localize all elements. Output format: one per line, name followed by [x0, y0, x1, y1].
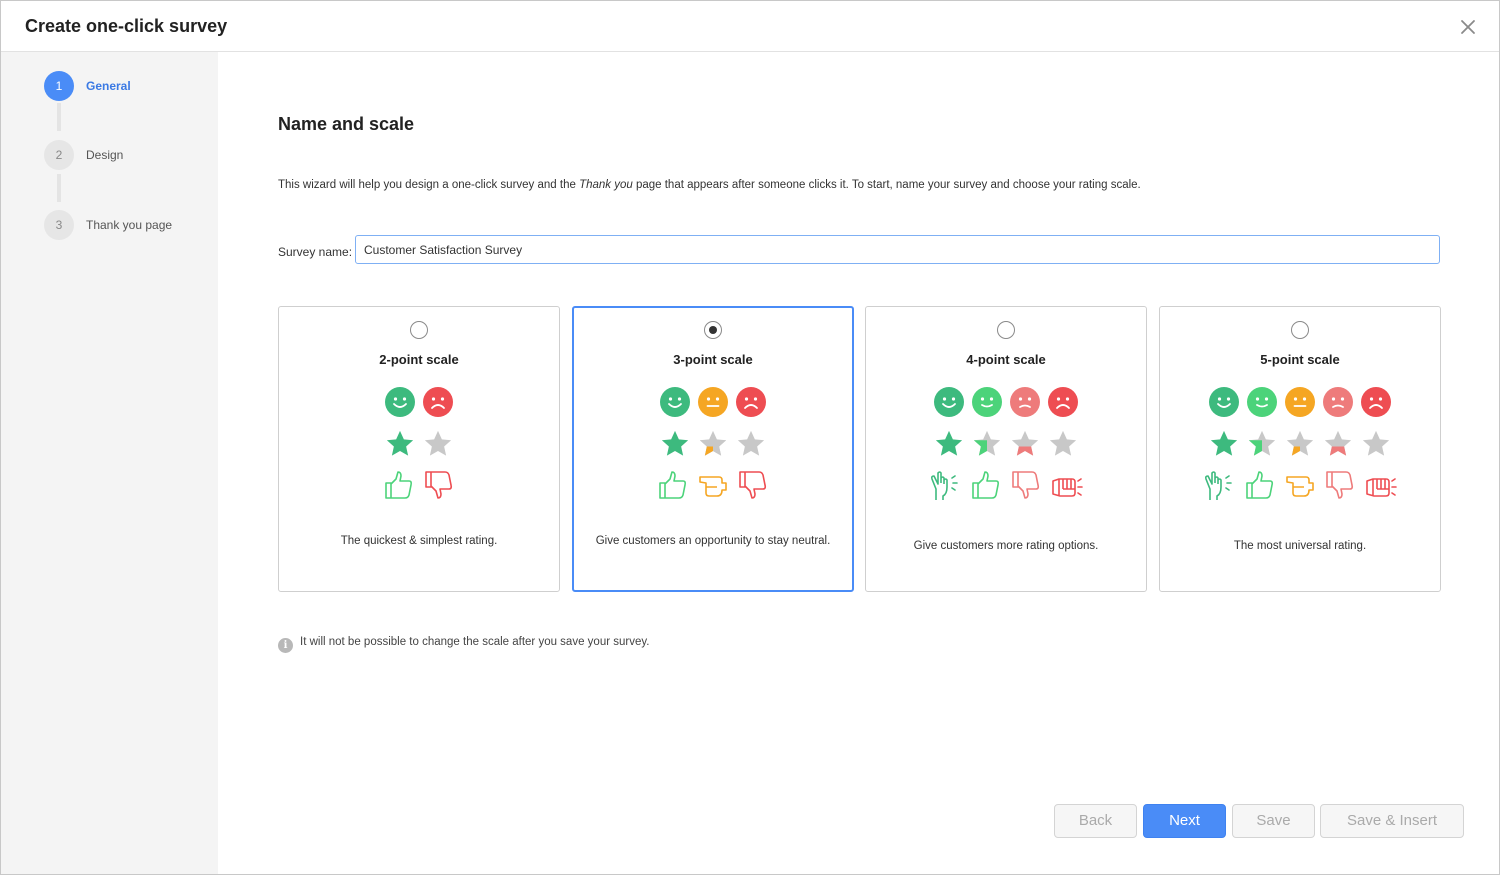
scale-description: The quickest & simplest rating. — [340, 535, 498, 547]
survey-name-input[interactable] — [355, 235, 1440, 264]
face-row — [1160, 387, 1440, 417]
gesture-row — [574, 469, 852, 501]
sad-face-icon — [1361, 387, 1391, 417]
happy-face-icon — [972, 387, 1002, 417]
step-number: 1 — [44, 71, 74, 101]
scale-card-5-point[interactable]: 5-point scale The most universal rating. — [1159, 306, 1441, 592]
thumbs-up-icon — [1246, 471, 1274, 499]
scale-radio[interactable] — [1291, 321, 1309, 339]
ok-hand-icon — [1204, 471, 1232, 500]
star-filled-icon — [386, 430, 414, 456]
thumbs-down-icon — [1326, 471, 1354, 499]
gesture-row — [279, 469, 559, 501]
neutral-face-icon — [698, 387, 728, 417]
scale-card-2-point[interactable]: 2-point scale The quickest & simplest ra… — [278, 306, 560, 592]
star-partial-icon — [1324, 430, 1352, 456]
sad-face-icon — [423, 387, 453, 417]
star-empty-icon — [737, 430, 765, 456]
scale-radio[interactable] — [410, 321, 428, 339]
thumbs-down-icon — [1012, 471, 1040, 499]
survey-name-label: Survey name: — [278, 245, 353, 259]
sad-face-icon — [736, 387, 766, 417]
step-number: 2 — [44, 140, 74, 170]
gesture-row — [1160, 469, 1440, 503]
step-connector — [57, 174, 61, 202]
sad-face-icon — [1048, 387, 1078, 417]
star-partial-icon — [1011, 430, 1039, 456]
star-filled-icon — [1210, 430, 1238, 456]
scale-title: 3-point scale — [673, 352, 753, 367]
thumbs-down-icon — [425, 471, 453, 499]
thumbs-down-icon — [739, 471, 767, 499]
star-empty-icon — [1049, 430, 1077, 456]
happy-face-icon — [385, 387, 415, 417]
scale-description: Give customers an opportunity to stay ne… — [595, 535, 831, 547]
star-row — [866, 429, 1146, 459]
scale-description: Give customers more rating options. — [913, 540, 1099, 552]
scale-radio[interactable] — [704, 321, 722, 339]
survey-dialog: Create one-click survey 1 General 2 Desi… — [0, 0, 1500, 875]
thumbs-up-icon — [659, 471, 687, 499]
fist-icon — [1052, 478, 1083, 497]
scale-title: 2-point scale — [379, 352, 459, 367]
scale-change-note: i It will not be possible to change the s… — [278, 636, 649, 653]
neutral-face-icon — [1285, 387, 1315, 417]
face-row — [279, 387, 559, 417]
star-row — [279, 429, 559, 459]
scale-title: 4-point scale — [966, 352, 1046, 367]
save-insert-button[interactable]: Save & Insert — [1320, 804, 1464, 838]
intro-text: This wizard will help you design a one-c… — [278, 179, 1141, 191]
save-button[interactable]: Save — [1232, 804, 1315, 838]
happy-face-icon — [1247, 387, 1277, 417]
gesture-row — [866, 469, 1146, 503]
radio-selected-dot — [709, 326, 717, 334]
happy-face-icon — [660, 387, 690, 417]
star-row — [1160, 429, 1440, 459]
unhappy-face-icon — [1323, 387, 1353, 417]
face-row — [574, 387, 852, 417]
star-half-icon — [699, 430, 727, 456]
scale-radio[interactable] — [997, 321, 1015, 339]
star-empty-icon — [1362, 430, 1390, 456]
main-content: Name and scale This wizard will help you… — [218, 52, 1499, 874]
scale-title: 5-point scale — [1260, 352, 1340, 367]
section-title: Name and scale — [278, 114, 415, 134]
thumbs-sideways-icon — [699, 476, 727, 497]
dialog-title: Create one-click survey — [25, 16, 228, 36]
very-happy-face-icon — [934, 387, 964, 417]
step-label: Thank you page — [86, 218, 173, 232]
step-label: General — [86, 79, 131, 93]
fist-icon — [1366, 478, 1397, 497]
ok-hand-icon — [930, 471, 958, 500]
star-filled-icon — [935, 430, 963, 456]
star-empty-icon — [424, 430, 452, 456]
thumbs-up-icon — [972, 471, 1000, 499]
note-text: It will not be possible to change the sc… — [300, 636, 650, 648]
step-connector — [57, 103, 61, 131]
scale-card-4-point[interactable]: 4-point scale Give customers more rating… — [865, 306, 1147, 592]
scale-card-3-point[interactable]: 3-point scale Give customers an opportun… — [572, 306, 854, 592]
star-filled-icon — [661, 430, 689, 456]
close-icon[interactable] — [1456, 15, 1480, 39]
star-partial-icon — [1286, 430, 1314, 456]
thumbs-sideways-icon — [1286, 476, 1314, 497]
back-button[interactable]: Back — [1054, 804, 1137, 838]
star-partial-icon — [1248, 430, 1276, 456]
star-partial-icon — [973, 430, 1001, 456]
dialog-header: Create one-click survey — [1, 1, 1499, 52]
star-row — [574, 429, 852, 459]
unhappy-face-icon — [1010, 387, 1040, 417]
step-number: 3 — [44, 210, 74, 240]
very-happy-face-icon — [1209, 387, 1239, 417]
wizard-steps: 1 General 2 Design 3 Thank you page — [1, 52, 218, 874]
scale-description: The most universal rating. — [1233, 540, 1367, 552]
face-row — [866, 387, 1146, 417]
thumbs-up-icon — [385, 471, 413, 499]
info-icon: i — [278, 638, 293, 653]
next-button[interactable]: Next — [1143, 804, 1226, 838]
step-label: Design — [86, 148, 124, 162]
